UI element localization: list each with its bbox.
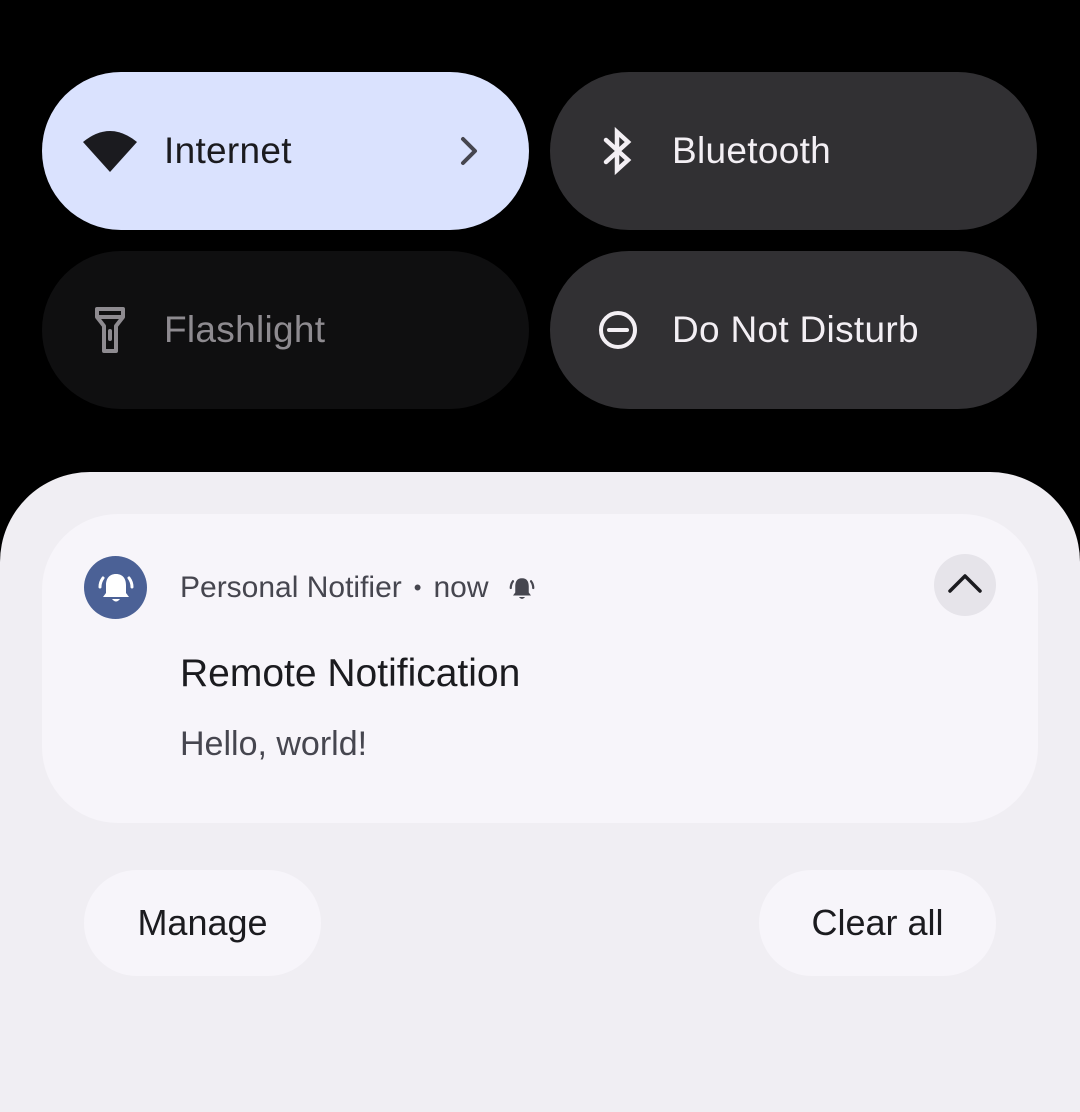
flashlight-tile-label: Flashlight	[164, 309, 326, 350]
do-not-disturb-tile[interactable]: Do Not Disturb	[550, 251, 1037, 409]
bluetooth-tile[interactable]: Bluetooth	[550, 72, 1037, 230]
chevron-right-icon[interactable]	[449, 131, 489, 171]
internet-tile[interactable]: Internet	[42, 72, 529, 230]
header-separator: •	[413, 575, 422, 600]
bell-icon	[84, 556, 147, 619]
notification-body: Hello, world!	[180, 725, 368, 763]
notification-time: now	[433, 571, 489, 604]
notification-header: Personal Notifier • now	[180, 570, 537, 606]
expand-button[interactable]	[934, 554, 996, 616]
clear-all-button[interactable]: Clear all	[759, 870, 996, 976]
internet-tile-label: Internet	[164, 130, 292, 171]
bluetooth-tile-label: Bluetooth	[672, 130, 832, 171]
flashlight-icon	[82, 302, 138, 358]
do-not-disturb-icon	[590, 302, 646, 358]
do-not-disturb-tile-label: Do Not Disturb	[672, 309, 919, 350]
notification-card[interactable]: Personal Notifier • now Remote Notificat…	[42, 514, 1038, 823]
flashlight-tile[interactable]: Flashlight	[42, 251, 529, 409]
app-name: Personal Notifier	[180, 571, 402, 604]
bluetooth-icon	[590, 123, 646, 179]
wifi-icon	[82, 123, 138, 179]
notification-title: Remote Notification	[180, 652, 521, 695]
alert-bell-icon	[507, 573, 537, 603]
manage-button[interactable]: Manage	[84, 870, 321, 976]
chevron-up-icon	[947, 572, 983, 599]
